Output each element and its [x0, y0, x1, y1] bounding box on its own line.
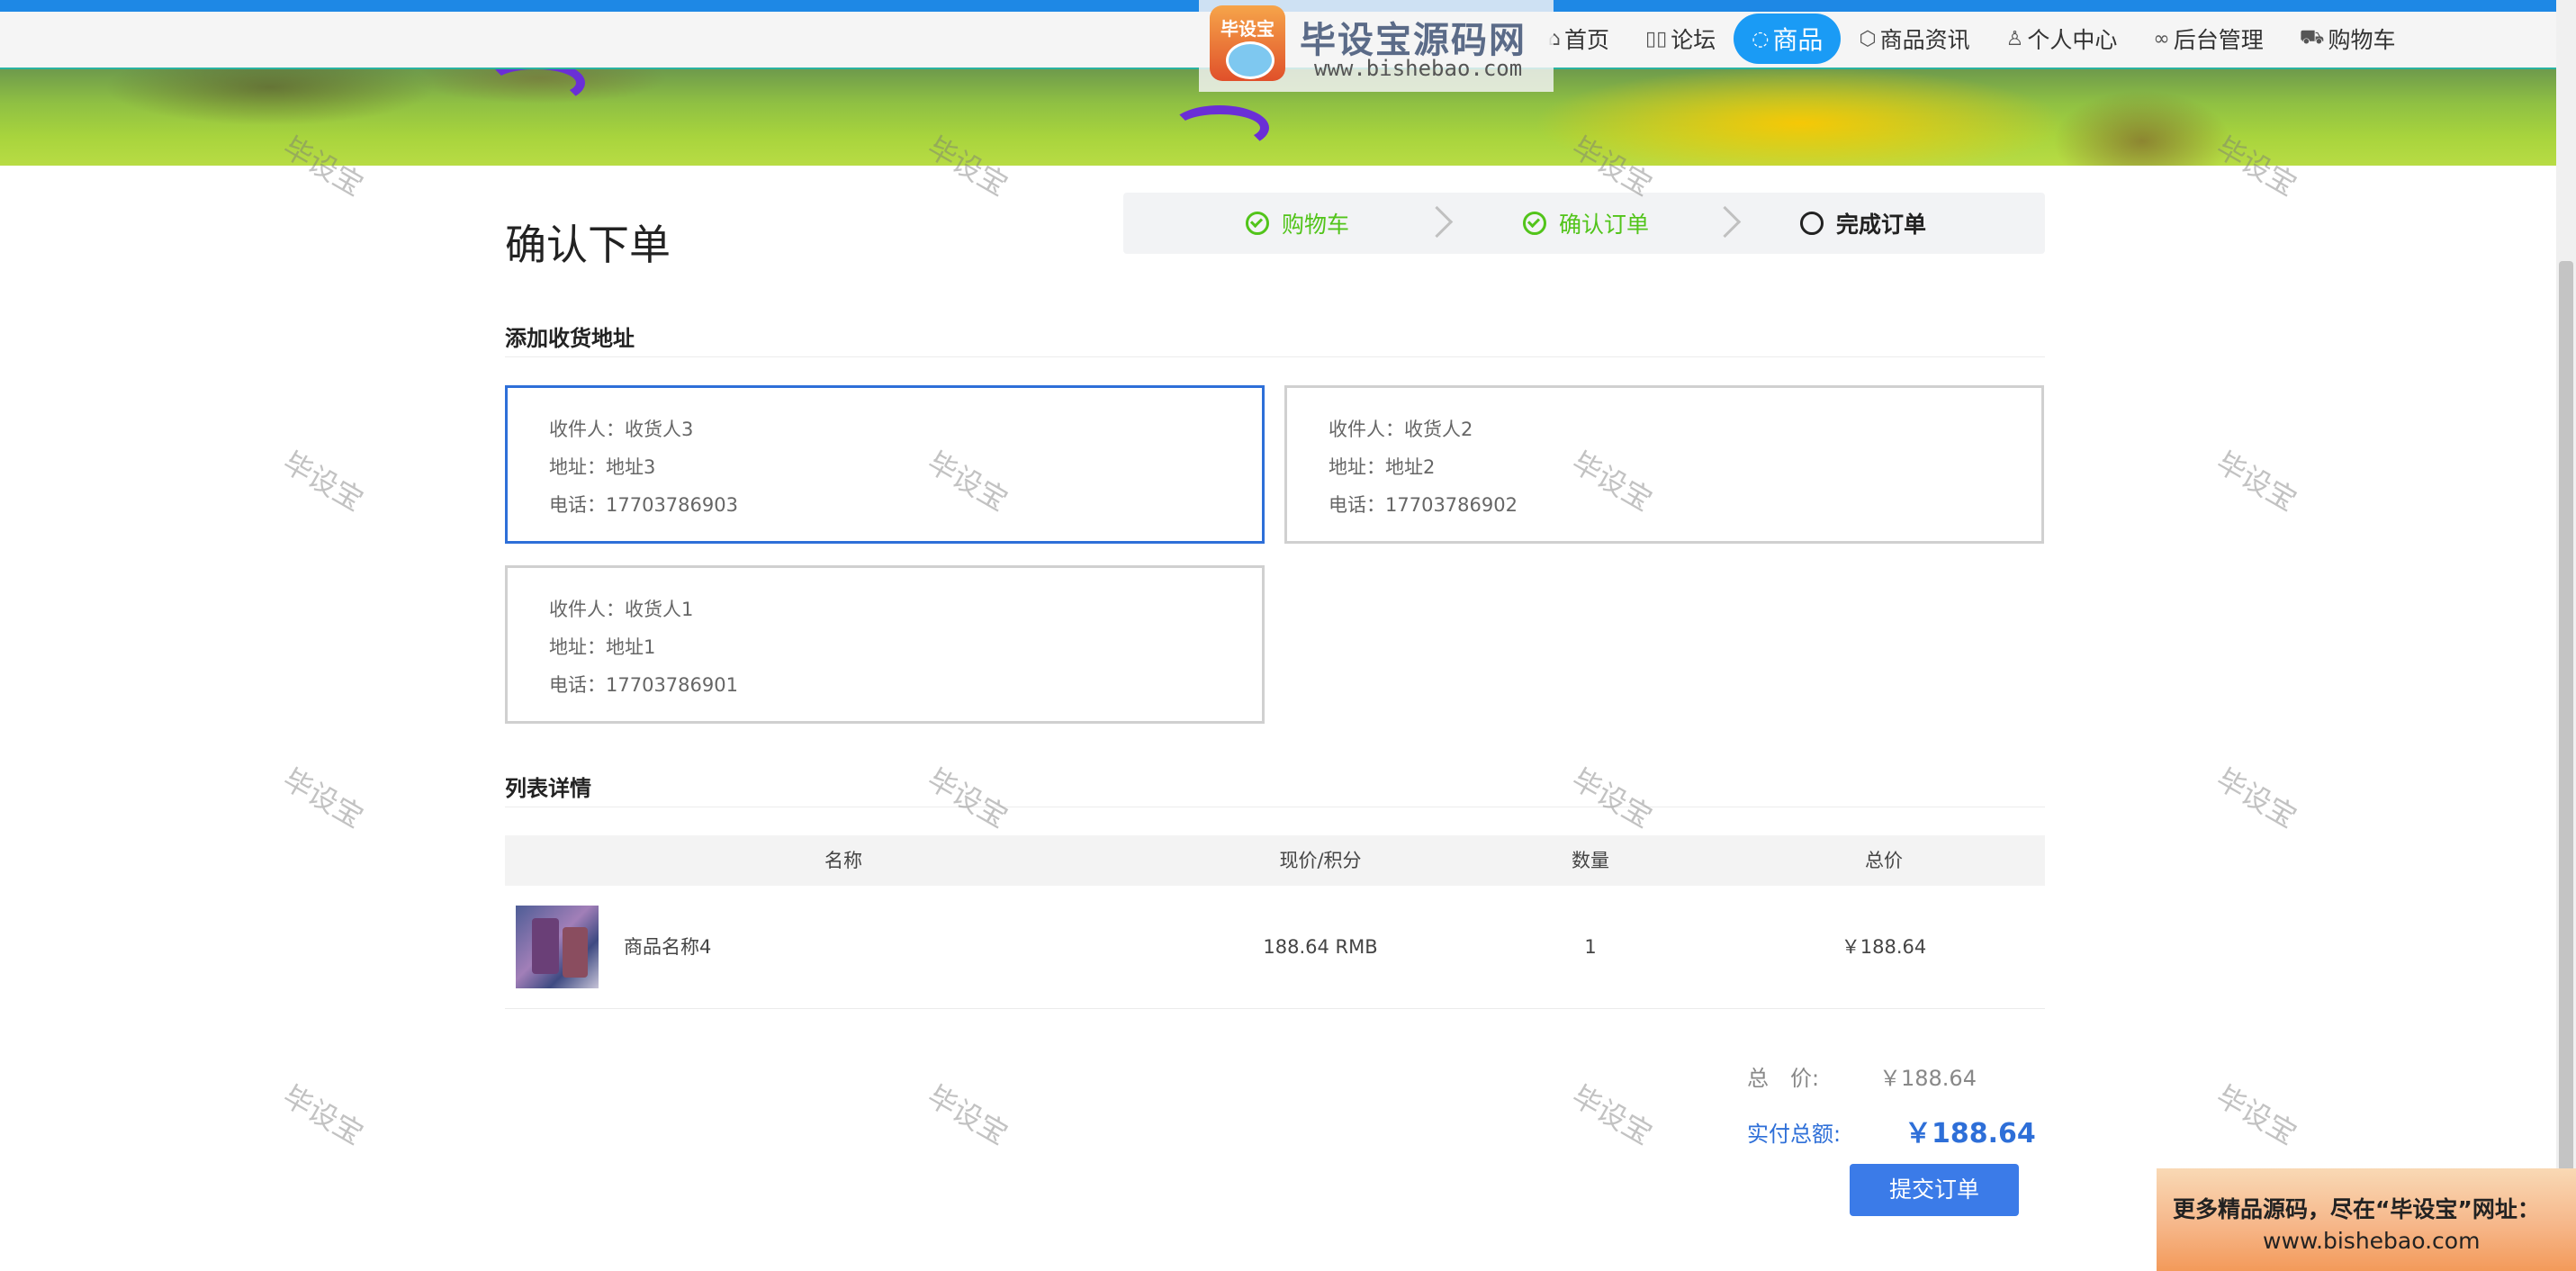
step-label: 确认订单 [1559, 212, 1650, 238]
total-value: ￥188.64 [1879, 1066, 1977, 1091]
nav-item-label: 后台管理 [2173, 27, 2264, 53]
nav-item-admin[interactable]: ∞ 后台管理 [2135, 16, 2281, 61]
total-label: 总 价: [1747, 1066, 1820, 1091]
address-receiver: 收件人：收货人1 [549, 599, 694, 620]
product-qty: 1 [1584, 936, 1597, 958]
nav-item-label: 商品资讯 [1879, 27, 1970, 53]
cart-icon: ⛟ [2299, 26, 2325, 49]
scrollbar-thumb[interactable] [2559, 261, 2573, 1271]
forum-icon: ▯▯ [1644, 27, 1668, 50]
address-text: 地址：地址3 [549, 456, 656, 478]
divider [505, 356, 2045, 357]
watermark: 毕设宝 [2210, 1078, 2303, 1152]
nav-item-label: 购物车 [2328, 27, 2396, 53]
logo-mascot-icon [1226, 41, 1274, 79]
nav-item-news[interactable]: ⬡ 商品资讯 [1841, 16, 1987, 61]
promo-url: www.bishebao.com [2263, 1228, 2481, 1254]
address-card[interactable]: 收件人：收货人3 地址：地址3 电话：17703786903 [505, 385, 1265, 544]
address-card[interactable]: 收件人：收货人1 地址：地址1 电话：17703786901 [505, 565, 1265, 724]
page-title: 确认下单 [505, 221, 671, 269]
watermark: 毕设宝 [1565, 1078, 1659, 1152]
table-header: 名称 现价/积分 数量 总价 [505, 835, 2045, 886]
nav-item-products[interactable]: ◌ 商品 [1734, 14, 1842, 64]
column-header-total: 总价 [1865, 850, 1903, 871]
watermark: 毕设宝 [276, 1078, 370, 1152]
chat-icon: ◌ [1752, 27, 1770, 50]
logo-badge-text: 毕设宝 [1220, 18, 1274, 40]
nav-item-cart[interactable]: ⛟ 购物车 [2282, 16, 2414, 61]
column-header-name: 名称 [824, 850, 862, 871]
submit-order-button[interactable]: 提交订单 [1850, 1164, 2019, 1216]
check-circle-icon [1523, 212, 1546, 235]
address-receiver: 收件人：收货人2 [1329, 419, 1473, 440]
nav-item-forum[interactable]: ▯▯ 论坛 [1627, 16, 1734, 61]
list-section-title: 列表详情 [505, 776, 591, 801]
circle-icon [1800, 212, 1824, 235]
logo-badge: 毕设宝 [1210, 5, 1285, 81]
watermark: 毕设宝 [2210, 445, 2303, 518]
watermark: 毕设宝 [276, 762, 370, 835]
address-text: 地址：地址1 [549, 636, 656, 658]
watermark: 毕设宝 [1565, 762, 1659, 835]
step-cart: 购物车 [1246, 193, 1349, 254]
step-complete: 完成订单 [1800, 193, 1926, 254]
nav-item-label: 论坛 [1671, 27, 1716, 53]
step-label: 购物车 [1282, 212, 1350, 238]
watermark: 毕设宝 [276, 445, 370, 518]
chevron-right-icon [1420, 205, 1454, 239]
column-header-qty: 数量 [1572, 850, 1609, 871]
step-confirm: 确认订单 [1523, 193, 1649, 254]
step-label: 完成订单 [1836, 212, 1927, 238]
address-phone: 电话：17703786901 [549, 674, 738, 696]
product-price: 188.64 RMB [1263, 936, 1378, 958]
watermark: 毕设宝 [921, 1078, 1014, 1152]
address-phone: 电话：17703786902 [1329, 494, 1518, 516]
nav-item-label: 首页 [1563, 27, 1609, 53]
order-steps: 购物车 确认订单 完成订单 [1123, 193, 2045, 254]
watermark: 毕设宝 [2210, 762, 2303, 835]
address-phone: 电话：17703786903 [549, 494, 738, 516]
promo-banner: 更多精品源码，尽在“毕设宝”网址： www.bishebao.com [2157, 1168, 2576, 1271]
table-row: 商品名称4 188.64 RMB 1 ￥188.64 [505, 886, 2045, 1009]
logo-url: www.bishebao.com [1314, 56, 1523, 81]
product-thumbnail[interactable] [516, 906, 599, 988]
nav-item-profile[interactable]: ♙ 个人中心 [1988, 16, 2136, 61]
nav-item-label: 商品 [1772, 25, 1824, 55]
banner-ribbon [1170, 105, 1269, 150]
check-circle-icon [1246, 212, 1269, 235]
address-text: 地址：地址2 [1329, 456, 1436, 478]
product-name: 商品名称4 [624, 936, 712, 958]
nav-menu: ⌂ 首页 ▯▯ 论坛 ◌ 商品 ⬡ 商品资讯 ♙ 个人中心 ∞ 后台管理 ⛟ 购… [1530, 14, 2414, 64]
user-icon: ♙ [2005, 27, 2024, 50]
site-logo-watermark: 毕设宝 毕设宝源码网 www.bishebao.com [1199, 0, 1554, 92]
watermark: 毕设宝 [921, 762, 1014, 835]
cube-icon: ⬡ [1859, 27, 1877, 50]
pay-total-label: 实付总额: [1747, 1122, 1842, 1147]
chevron-right-icon [1708, 205, 1742, 239]
nav-item-label: 个人中心 [2027, 27, 2118, 53]
link-icon: ∞ [2153, 27, 2170, 50]
address-receiver: 收件人：收货人3 [549, 419, 694, 440]
address-section-title: 添加收货地址 [505, 326, 635, 351]
address-card[interactable]: 收件人：收货人2 地址：地址2 电话：17703786902 [1284, 385, 2044, 544]
promo-text: 更多精品源码，尽在“毕设宝”网址： [2173, 1196, 2540, 1222]
column-header-price: 现价/积分 [1279, 850, 1362, 871]
product-total: ￥188.64 [1841, 936, 1927, 958]
pay-total-value: ￥188.64 [1905, 1118, 2036, 1149]
